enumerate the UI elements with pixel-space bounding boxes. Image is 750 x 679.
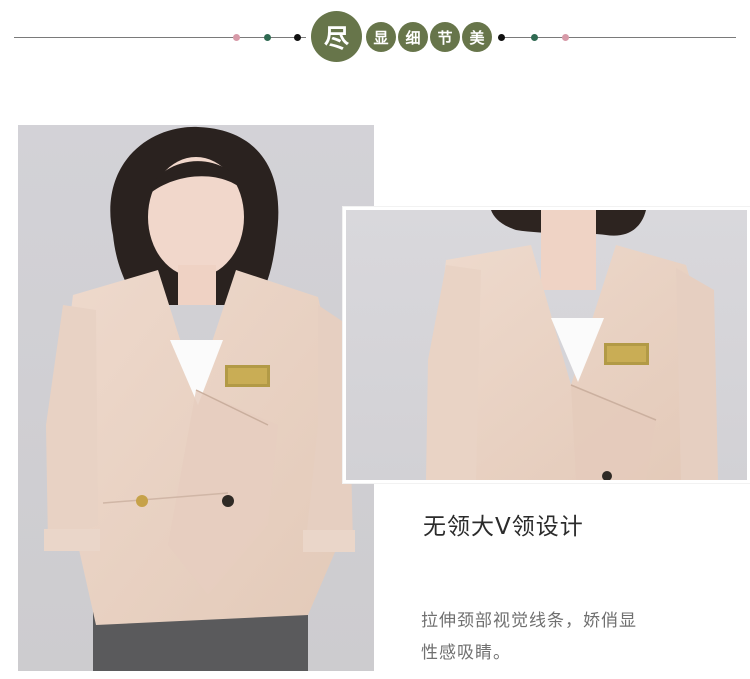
header-dot-pink-left xyxy=(233,34,240,41)
section-header: 尽 显 细 节 美 xyxy=(0,0,750,80)
feature-title: 无领大V领设计 xyxy=(423,514,584,540)
model-illustration xyxy=(18,125,374,671)
header-badge-3: 节 xyxy=(430,22,460,52)
header-badge-4: 美 xyxy=(462,22,492,52)
header-dot-black-right xyxy=(498,34,505,41)
header-badge-main: 尽 xyxy=(311,11,362,62)
header-dot-green-left xyxy=(264,34,271,41)
feature-description-line-1: 拉伸颈部视觉线条，娇俏显 xyxy=(421,611,637,631)
header-dot-green-right xyxy=(531,34,538,41)
feature-description: 拉伸颈部视觉线条，娇俏显 性感吸睛。 xyxy=(421,605,681,669)
header-dot-pink-right xyxy=(562,34,569,41)
header-rule-left xyxy=(14,37,306,38)
header-badge-1: 显 xyxy=(366,22,396,52)
header-badge-2: 细 xyxy=(398,22,428,52)
model-photo-detail xyxy=(343,207,750,483)
model-photo-main xyxy=(18,125,374,671)
header-dot-black-left xyxy=(294,34,301,41)
detail-illustration xyxy=(346,210,747,480)
feature-description-line-2: 性感吸睛。 xyxy=(421,643,511,663)
